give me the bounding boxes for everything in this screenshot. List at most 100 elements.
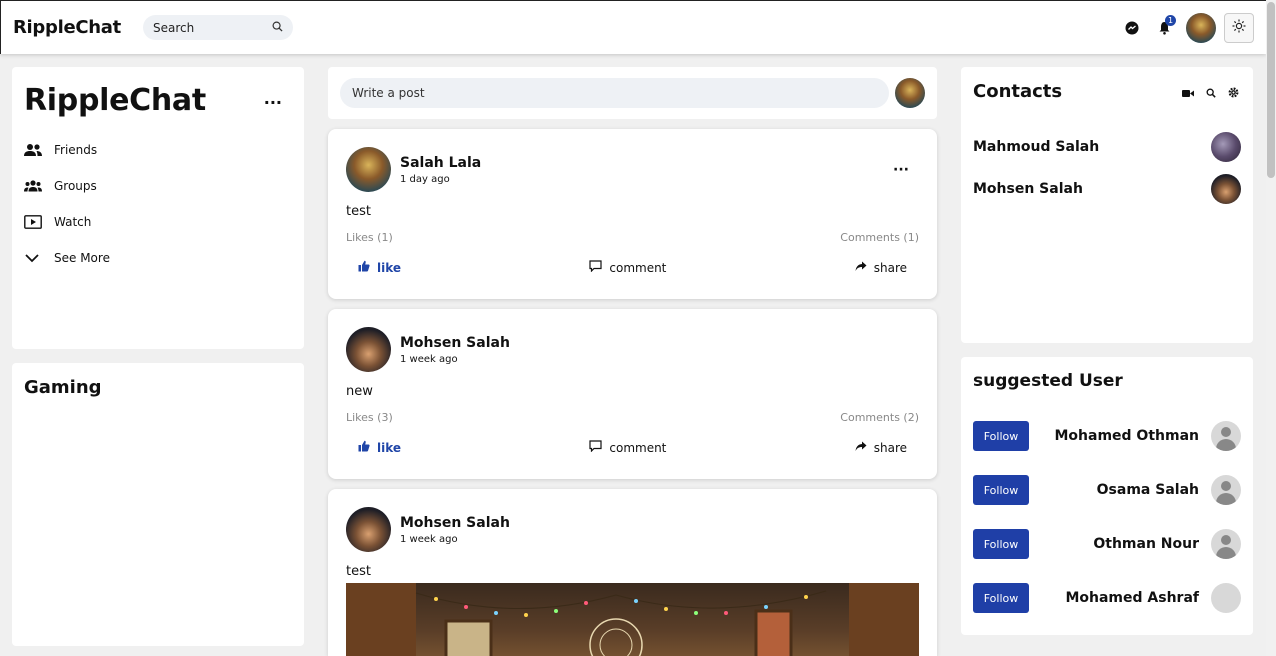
- post-author[interactable]: Mohsen Salah: [400, 515, 510, 531]
- search-icon[interactable]: [1206, 83, 1216, 102]
- avatar[interactable]: [346, 507, 391, 552]
- search-input[interactable]: Search: [142, 15, 293, 40]
- suggested-title: suggested User: [973, 371, 1123, 391]
- chevron-down-icon: [24, 253, 54, 263]
- post-text: new: [346, 384, 373, 399]
- default-avatar-icon: [1211, 421, 1241, 451]
- contact-row[interactable]: Mahmoud Salah: [973, 126, 1241, 168]
- avatar: [1211, 132, 1241, 162]
- sun-icon: [1232, 18, 1246, 37]
- suggested-user-name[interactable]: Mohamed Othman: [1054, 428, 1199, 444]
- default-avatar-icon: [1211, 475, 1241, 505]
- avatar[interactable]: [346, 147, 391, 192]
- suggested-users-panel: suggested User Follow Mohamed Othman Fol…: [961, 357, 1253, 635]
- sidebar-item-label: Groups: [54, 179, 97, 193]
- sidebar-item-label: See More: [54, 251, 110, 265]
- follow-button[interactable]: Follow: [973, 421, 1029, 451]
- share-icon: [855, 261, 867, 275]
- post-composer: Write a post: [328, 67, 937, 119]
- sidebar-item-watch[interactable]: Watch: [24, 204, 292, 240]
- watch-icon: [24, 215, 54, 229]
- sidebar-title: RippleChat: [24, 83, 206, 118]
- post-card: Mohsen Salah 1 week ago test: [328, 489, 937, 656]
- post-text: test: [346, 204, 371, 219]
- friends-icon: [24, 143, 54, 157]
- post-more-button[interactable]: ···: [893, 162, 909, 178]
- comment-button[interactable]: comment: [589, 260, 666, 275]
- sidebar-item-label: Watch: [54, 215, 92, 229]
- bell-icon[interactable]: 1: [1148, 12, 1180, 44]
- left-sidebar: RippleChat ... Friends Groups Watch See …: [12, 67, 304, 349]
- like-button[interactable]: like: [358, 440, 401, 455]
- scrollbar-thumb[interactable]: [1267, 2, 1275, 178]
- messenger-icon[interactable]: [1116, 12, 1148, 44]
- search-placeholder: Search: [152, 20, 195, 35]
- avatar: [1211, 583, 1241, 613]
- comment-label: comment: [609, 260, 667, 275]
- suggested-user-name[interactable]: Othman Nour: [1093, 536, 1199, 552]
- follow-button[interactable]: Follow: [973, 583, 1029, 613]
- write-post-input[interactable]: Write a post: [340, 78, 889, 108]
- share-icon: [855, 441, 867, 455]
- post-card: Mohsen Salah 1 week ago new Likes (3) Co…: [328, 309, 937, 479]
- search-icon[interactable]: [272, 21, 283, 35]
- sidebar-item-friends[interactable]: Friends: [24, 132, 292, 168]
- share-label: share: [873, 260, 907, 275]
- post-author[interactable]: Salah Lala: [400, 155, 481, 171]
- comments-count[interactable]: Comments (2): [840, 411, 919, 424]
- gaming-title: Gaming: [24, 377, 102, 398]
- gear-icon[interactable]: [1228, 83, 1239, 102]
- user-avatar[interactable]: [1186, 12, 1216, 43]
- follow-button[interactable]: Follow: [973, 475, 1029, 505]
- suggested-user-row: Follow Othman Nour: [973, 517, 1241, 571]
- suggested-user-row: Follow Mohamed Ashraf: [973, 571, 1241, 625]
- comment-icon: [589, 440, 602, 455]
- post-time: 1 day ago: [400, 173, 450, 185]
- sidebar-item-label: Friends: [54, 143, 98, 157]
- post-author[interactable]: Mohsen Salah: [400, 335, 510, 351]
- notification-badge: 1: [1165, 14, 1176, 26]
- avatar[interactable]: [346, 327, 391, 372]
- suggested-user-name[interactable]: Mohamed Ashraf: [1065, 590, 1199, 606]
- like-label: like: [377, 260, 402, 275]
- sidebar-item-see-more[interactable]: See More: [24, 240, 292, 276]
- top-bar: RippleChat Search 1: [0, 0, 1266, 54]
- share-button[interactable]: share: [855, 261, 907, 275]
- comment-icon: [589, 260, 602, 275]
- likes-count[interactable]: Likes (1): [346, 231, 393, 244]
- brand-logo[interactable]: RippleChat: [13, 17, 121, 38]
- follow-button[interactable]: Follow: [973, 529, 1029, 559]
- like-label: like: [377, 440, 402, 455]
- likes-count[interactable]: Likes (3): [346, 411, 393, 424]
- video-call-icon[interactable]: [1182, 83, 1194, 102]
- post-image[interactable]: [346, 583, 919, 656]
- contacts-panel: Contacts Mahmoud Salah Mohsen Salah: [961, 67, 1253, 343]
- comment-label: comment: [609, 440, 667, 455]
- thumbs-up-icon: [358, 440, 370, 455]
- scrollbar[interactable]: [1266, 0, 1276, 656]
- groups-icon: [24, 180, 54, 192]
- post-card: Salah Lala 1 day ago ··· test Likes (1) …: [328, 129, 937, 299]
- like-button[interactable]: like: [358, 260, 401, 275]
- suggested-user-name[interactable]: Osama Salah: [1097, 482, 1199, 498]
- share-button[interactable]: share: [855, 441, 907, 455]
- gaming-panel: Gaming: [12, 363, 304, 646]
- default-avatar-icon: [1211, 529, 1241, 559]
- post-time: 1 week ago: [400, 353, 458, 365]
- contact-row[interactable]: Mohsen Salah: [973, 168, 1241, 210]
- share-label: share: [873, 440, 907, 455]
- suggested-user-row: Follow Osama Salah: [973, 463, 1241, 517]
- suggested-user-row: Follow Mohamed Othman: [973, 409, 1241, 463]
- sidebar-more-button[interactable]: ...: [264, 89, 282, 108]
- avatar: [895, 78, 925, 108]
- sidebar-item-groups[interactable]: Groups: [24, 168, 292, 204]
- contact-name: Mohsen Salah: [973, 181, 1083, 197]
- post-time: 1 week ago: [400, 533, 458, 545]
- comments-count[interactable]: Comments (1): [840, 231, 919, 244]
- post-text: test: [346, 564, 371, 579]
- comment-button[interactable]: comment: [589, 440, 666, 455]
- avatar: [1211, 174, 1241, 204]
- contact-name: Mahmoud Salah: [973, 139, 1100, 155]
- theme-toggle-button[interactable]: [1224, 12, 1254, 43]
- thumbs-up-icon: [358, 260, 370, 275]
